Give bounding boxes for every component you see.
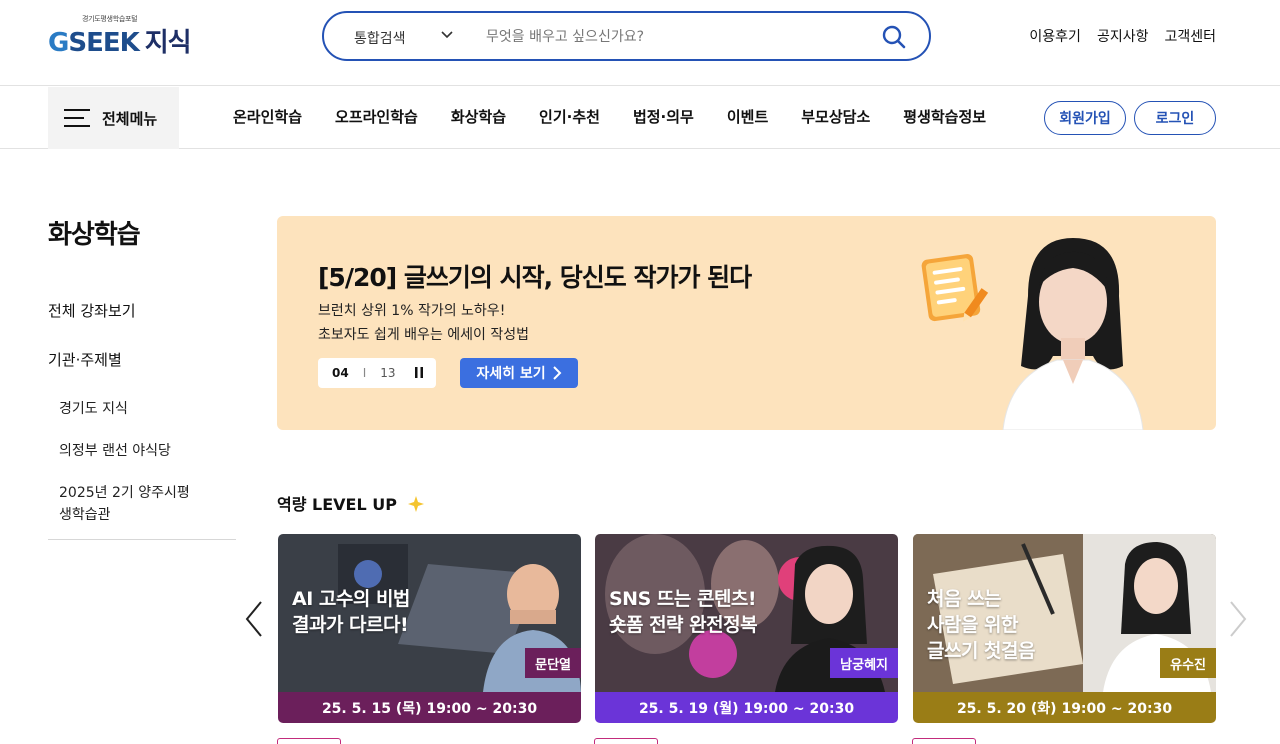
course-date: 25. 5. 15 (목) 19:00 ~ 20:30 [278, 692, 581, 723]
course-title: AI 고수의 비법 결과가 다르다! [292, 588, 410, 636]
main-nav: 전체메뉴 온라인학습 오프라인학습 화상학습 인기·추천 법정·의무 이벤트 부… [0, 87, 1280, 149]
section-title: 역량 LEVEL UP [277, 491, 425, 515]
chevron-right-icon [552, 366, 562, 380]
all-menu-label: 전체메뉴 [102, 109, 158, 128]
sidebar: 전체 강좌보기 기관·주제별 경기도 지식 의정부 랜선 야식당 2025년 2… [48, 300, 236, 546]
sparkle-icon [407, 496, 424, 512]
pause-icon[interactable] [415, 367, 423, 378]
course-card[interactable]: AI 고수의 비법 결과가 다르다! 문단열 25. 5. 15 (목) 19:… [278, 534, 581, 723]
search-bar: 통합검색 [322, 11, 931, 61]
sidebar-subitem-gyeonggi[interactable]: 경기도 지식 [59, 398, 236, 420]
nav-item-online[interactable]: 온라인학습 [233, 106, 302, 127]
banner-title: [5/20] 글쓰기의 시작, 당신도 작가가 된다 [318, 263, 752, 292]
link-customer-center[interactable]: 고객센터 [1164, 26, 1216, 46]
course-title: 처음 쓰는 사람을 위한 글쓰기 첫걸음 [927, 588, 1036, 662]
course-date: 25. 5. 20 (화) 19:00 ~ 20:30 [913, 692, 1216, 723]
all-menu-button[interactable]: 전체메뉴 [48, 87, 179, 149]
nav-menu: 온라인학습 오프라인학습 화상학습 인기·추천 법정·의무 이벤트 부모상담소 … [233, 106, 1019, 127]
course-title: SNS 뜨는 콘텐츠! 숏폼 전략 완전정복 [609, 588, 758, 636]
section-title-text: 역량 LEVEL UP [277, 495, 397, 514]
course-date: 25. 5. 19 (월) 19:00 ~ 20:30 [595, 692, 898, 723]
carousel-prev-arrow[interactable] [244, 600, 264, 638]
nav-item-popular[interactable]: 인기·추천 [539, 106, 600, 127]
pager-total: 13 [380, 366, 396, 380]
lecturer-name: 유수진 [1160, 648, 1216, 678]
lecturer-portrait [1002, 238, 1144, 430]
lecturer-name: 남궁혜지 [830, 648, 898, 678]
nav-item-offline[interactable]: 오프라인학습 [335, 106, 418, 127]
sidebar-subitem-yangju[interactable]: 2025년 2기 양주시평 생학습관 [59, 482, 236, 526]
search-scope-select[interactable]: 통합검색 [354, 28, 406, 48]
hamburger-icon [64, 109, 90, 127]
search-icon[interactable] [881, 24, 907, 50]
page-title: 화상학습 [48, 220, 141, 250]
sidebar-item-all-courses[interactable]: 전체 강좌보기 [48, 300, 236, 321]
banner-pager: 04 I 13 [318, 358, 436, 388]
sidebar-subitem-uijeongbu[interactable]: 의정부 랜선 야식당 [59, 440, 236, 462]
card-tag-stub [277, 738, 341, 744]
login-button[interactable]: 로그인 [1134, 101, 1216, 135]
card-tag-stub [594, 738, 658, 744]
utility-links: 이용후기 공지사항 고객센터 [1029, 26, 1216, 46]
top-header: 경기도평생학습포털 GSEEK지식 통합검색 이용후기 공지사항 고객센터 [0, 0, 1280, 86]
nav-item-video[interactable]: 화상학습 [451, 106, 506, 127]
sidebar-item-by-org[interactable]: 기관·주제별 [48, 349, 236, 370]
site-logo[interactable]: 경기도평생학습포털 GSEEK 지식 [48, 14, 218, 58]
nav-item-legal[interactable]: 법정·의무 [633, 106, 694, 127]
card-tag-stub [912, 738, 976, 744]
sidebar-divider [48, 539, 236, 540]
pager-separator: I [362, 366, 367, 380]
banner-more-button[interactable]: 자세히 보기 [460, 358, 578, 388]
logo-mark: GSEEK 지식 [48, 28, 192, 58]
nav-item-parents[interactable]: 부모상담소 [801, 106, 870, 127]
carousel-next-arrow[interactable] [1228, 600, 1248, 638]
pager-current: 04 [332, 366, 349, 380]
lecturer-name: 문단열 [525, 648, 581, 678]
hero-banner[interactable]: [5/20] 글쓰기의 시작, 당신도 작가가 된다 브런치 상위 1% 작가의… [277, 216, 1216, 430]
chevron-down-icon[interactable] [440, 28, 454, 42]
banner-desc-2: 초보자도 쉽게 배우는 에세이 작성법 [318, 327, 529, 343]
join-button[interactable]: 회원가입 [1044, 101, 1126, 135]
search-input[interactable] [486, 24, 866, 50]
course-card[interactable]: 처음 쓰는 사람을 위한 글쓰기 첫걸음 유수진 25. 5. 20 (화) 1… [913, 534, 1216, 723]
banner-more-label: 자세히 보기 [476, 366, 546, 382]
banner-desc-1: 브런치 상위 1% 작가의 노하우! [318, 303, 506, 319]
link-reviews[interactable]: 이용후기 [1029, 26, 1081, 46]
link-notices[interactable]: 공지사항 [1097, 26, 1149, 46]
nav-item-event[interactable]: 이벤트 [727, 106, 768, 127]
course-card[interactable]: SNS 뜨는 콘텐츠! 숏폼 전략 완전정복 남궁혜지 25. 5. 19 (월… [595, 534, 898, 723]
nav-item-info[interactable]: 평생학습정보 [903, 106, 986, 127]
